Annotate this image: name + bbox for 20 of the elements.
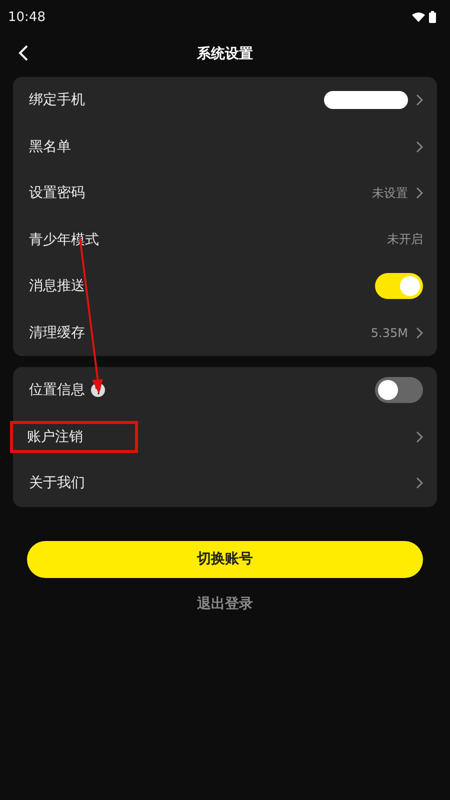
toggle-switch[interactable] bbox=[375, 377, 423, 404]
setting-label[interactable]: 位置信息 bbox=[27, 377, 87, 404]
status-time: 10:48 bbox=[8, 10, 46, 24]
setting-value: 5.35M bbox=[370, 326, 408, 340]
setting-label[interactable]: 消息推送 bbox=[27, 273, 87, 300]
setting-label[interactable]: 设置密码 bbox=[27, 180, 87, 206]
setting-value: 未开启 bbox=[387, 231, 423, 248]
page-title: 系统设置 bbox=[197, 45, 253, 63]
switch-account-button[interactable]: 切换账号 bbox=[27, 540, 423, 578]
setting-label[interactable]: 绑定手机 bbox=[27, 87, 87, 114]
setting-label[interactable]: 账户注销 bbox=[13, 424, 135, 450]
battery-icon bbox=[429, 11, 436, 23]
setting-label[interactable]: 黑名单 bbox=[27, 134, 73, 160]
back-icon[interactable] bbox=[18, 45, 28, 61]
logout-button[interactable]: 退出登录 bbox=[191, 594, 259, 614]
toggle-switch[interactable] bbox=[375, 273, 423, 300]
setting-value: 未设置 bbox=[372, 184, 408, 202]
setting-label[interactable]: 关于我们 bbox=[27, 470, 87, 496]
setting-label[interactable]: 清理缓存 bbox=[27, 320, 87, 346]
wifi-icon bbox=[412, 12, 425, 22]
